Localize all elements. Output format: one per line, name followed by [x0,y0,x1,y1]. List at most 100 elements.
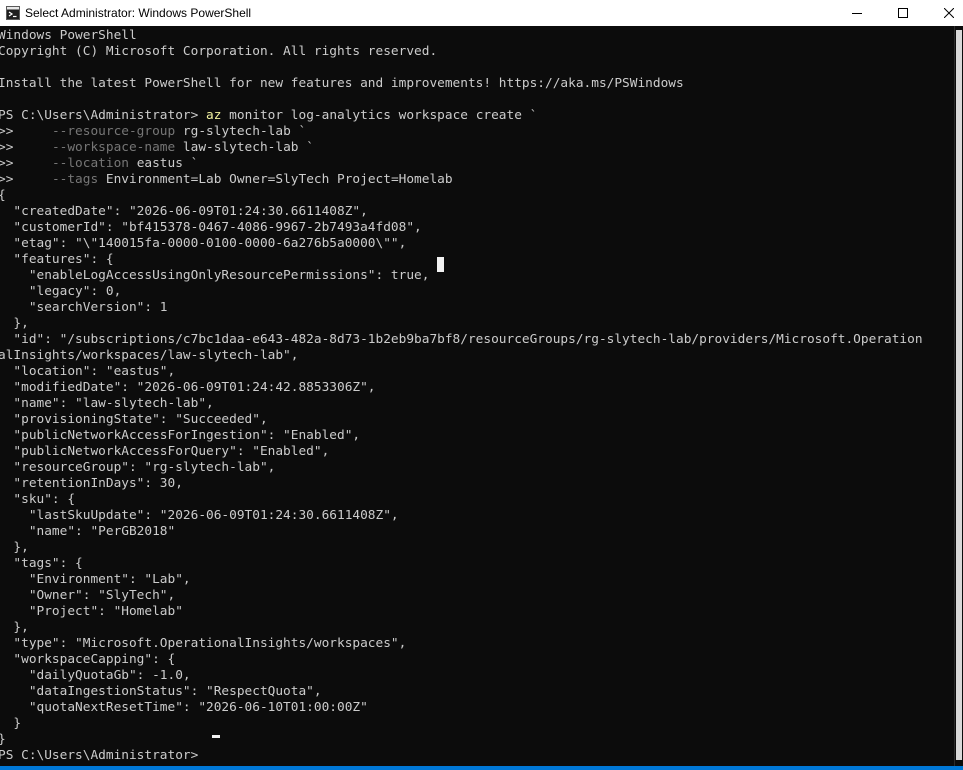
console-text: >> [0,172,52,187]
console-line: "id": "/subscriptions/c7bc1daa-e643-482a… [0,332,922,348]
console-text: monitor log-analytics workspace create ` [221,108,538,123]
console-text: "workspaceCapping": { [0,652,176,667]
console-line: }, [0,540,923,556]
console-line: alInsights/workspaces/law-slytech-lab", [0,348,923,364]
console-line: Copyright (C) Microsoft Corporation. All… [0,44,923,60]
console-text: az [206,108,222,123]
console-line: Windows PowerShell [0,28,923,44]
scrollbar-thumb[interactable] [956,30,962,760]
console-line: "type": "Microsoft.OperationalInsights/w… [0,636,923,652]
console-text: >> [0,156,52,171]
console-line: "name": "PerGB2018" [0,524,923,540]
console-text: "name": "PerGB2018" [0,524,176,539]
console-text: >> [0,124,52,139]
console-line: "modifiedDate": "2026-06-09T01:24:42.885… [0,380,923,396]
console-text: }, [0,540,29,555]
console-text: "searchVersion": 1 [0,300,168,315]
console-text: }, [0,316,29,331]
console-line: >> --tags Environment=Lab Owner=SlyTech … [0,172,923,188]
title-bar[interactable]: Select Administrator: Windows PowerShell [0,0,963,26]
console-line: "dataIngestionStatus": "RespectQuota", [0,684,923,700]
close-button[interactable] [926,0,963,26]
console-text: "features": { [0,252,114,267]
console-text: Environment=Lab Owner=SlyTech Project=Ho… [98,172,453,187]
console-line: PS C:\Users\Administrator> az monitor lo… [0,108,923,124]
console-text: "publicNetworkAccessForIngestion": "Enab… [0,428,361,443]
console-text: "customerId": "bf415378-0467-4086-9967-2… [0,220,422,235]
powershell-icon [6,6,20,20]
close-icon [944,8,954,18]
console-line: { [0,188,923,204]
console-lines: Windows PowerShell Copyright (C) Microsof… [0,28,923,764]
console-text: } [0,716,22,731]
console-text: "resourceGroup": "rg-slytech-lab", [0,460,276,475]
selection-cursor [437,257,444,272]
maximize-icon [898,8,908,18]
console-text: "retentionInDays": 30, [0,476,183,491]
console-line: "workspaceCapping": { [0,652,923,668]
console-text: "Environment": "Lab", [0,572,191,587]
console-text: { [0,188,6,203]
console-text: PS C:\Users\Administrator> [0,108,207,123]
console-line: "publicNetworkAccessForIngestion": "Enab… [0,428,923,444]
minimize-button[interactable] [834,0,880,26]
console-text: Install the latest PowerShell for new fe… [0,76,684,91]
console-line: "features": { [0,252,923,268]
console-text: "enableLogAccessUsingOnlyResourcePermiss… [0,268,430,283]
console-line: } [0,732,923,748]
console-line: "Owner": "SlyTech", [0,588,923,604]
console-text: }, [0,620,29,635]
console-output[interactable]: Windows PowerShell Copyright (C) Microsof… [0,26,954,768]
console-line: "Project": "Homelab" [0,604,923,620]
minimize-icon [852,13,862,14]
console-line: "quotaNextResetTime": "2026-06-10T01:00:… [0,700,923,716]
console-line: >> --location eastus ` [0,156,923,172]
console-line: "customerId": "bf415378-0467-4086-9967-2… [0,220,923,236]
console-text: "provisioningState": "Succeeded", [0,412,268,427]
console-text: "location": "eastus", [0,364,176,379]
console-line: Install the latest PowerShell for new fe… [0,76,923,92]
console-text: "modifiedDate": "2026-06-09T01:24:42.885… [0,380,376,395]
console-text: "type": "Microsoft.OperationalInsights/w… [0,636,407,651]
console-text: "publicNetworkAccessForQuery": "Enabled"… [0,444,330,459]
console-text: alInsights/workspaces/law-slytech-lab", [0,348,299,363]
console-text: >> [0,140,52,155]
console-text: eastus ` [128,156,199,171]
console-line: "tags": { [0,556,923,572]
console-text: } [0,732,6,747]
console-text: Windows PowerShell [0,28,137,43]
console-text: "createdDate": "2026-06-09T01:24:30.6611… [0,204,368,219]
console-line: "resourceGroup": "rg-slytech-lab", [0,460,923,476]
console-text: PS C:\Users\Administrator> [0,748,207,763]
console-line: "retentionInDays": 30, [0,476,923,492]
console-line: "sku": { [0,492,923,508]
console-text: "quotaNextResetTime": "2026-06-10T01:00:… [0,700,368,715]
console-text: "lastSkuUpdate": "2026-06-09T01:24:30.66… [0,508,399,523]
console-line: "searchVersion": 1 [0,300,923,316]
console-text: --location [51,156,129,171]
console-text: --workspace-name [51,140,176,155]
console-text: "name": "law-slytech-lab", [0,396,214,411]
console-line: "publicNetworkAccessForQuery": "Enabled"… [0,444,923,460]
console-text: "dataIngestionStatus": "RespectQuota", [0,684,322,699]
console-line: "lastSkuUpdate": "2026-06-09T01:24:30.66… [0,508,923,524]
console-text: "etag": "\"140015fa-0000-0100-0000-6a276… [0,236,407,251]
console-line: "legacy": 0, [0,284,923,300]
vertical-scrollbar[interactable] [954,26,963,768]
console-line: }, [0,620,923,636]
console-line: PS C:\Users\Administrator> [0,748,923,764]
console-line: "enableLogAccessUsingOnlyResourcePermiss… [0,268,923,284]
console-line: >> --resource-group rg-slytech-lab ` [0,124,923,140]
console-line: "location": "eastus", [0,364,923,380]
console-line: } [0,716,923,732]
console-text: "sku": { [0,492,76,507]
maximize-button[interactable] [880,0,926,26]
console-text: --resource-group [51,124,176,139]
console-text: "dailyQuotaGb": -1.0, [0,668,191,683]
console-text: "tags": { [0,556,83,571]
console-text: "Project": "Homelab" [0,604,183,619]
console-line: "Environment": "Lab", [0,572,923,588]
console-line: "dailyQuotaGb": -1.0, [0,668,923,684]
